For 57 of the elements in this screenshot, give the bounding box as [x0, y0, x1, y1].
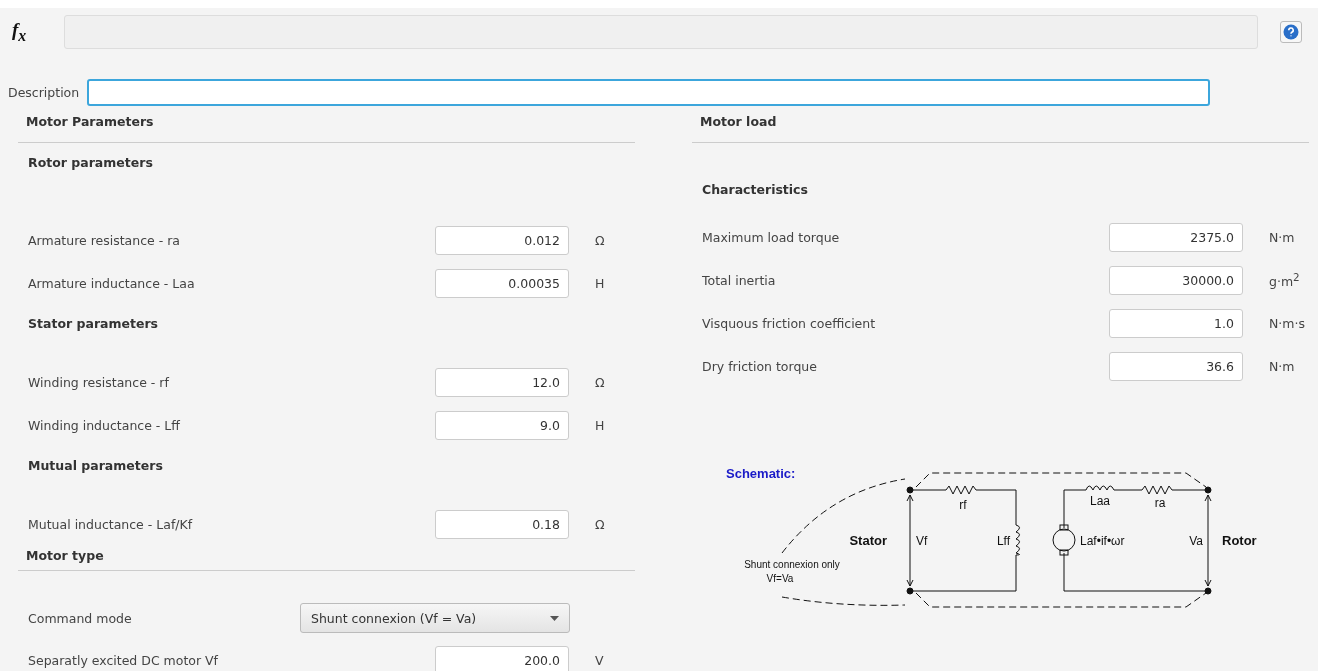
circuit-label: Lff — [996, 534, 1010, 548]
field-label: Total inertia — [702, 273, 777, 288]
caret-icon — [550, 615, 559, 621]
unit-label: N·m — [1269, 230, 1295, 245]
circuit-label: ra — [1154, 496, 1166, 510]
section-heading: Motor type — [18, 546, 635, 571]
circuit-note: Shunt connexion only — [744, 559, 840, 570]
unit-label: Ω — [595, 233, 605, 248]
number-field[interactable]: 0.00035 — [435, 269, 569, 298]
circuit-label: Stator — [849, 533, 887, 548]
group-heading: Characteristics — [701, 181, 809, 199]
unit-label: H — [595, 418, 605, 433]
field-label: Maximum load torque — [702, 230, 841, 245]
circuit-label: Laf•if•ωr — [1080, 534, 1125, 548]
formula-label: f$_{x}$ — [12, 19, 28, 45]
field-label: Armature resistance - ra — [28, 233, 181, 248]
field-label: Mutual inductance - Laf/Kf — [28, 517, 194, 532]
group-heading: Rotor parameters — [27, 154, 154, 172]
section-heading: Motor load — [692, 106, 1309, 143]
number-field[interactable]: 0.18 — [435, 510, 569, 539]
field-label: Winding resistance - rf — [28, 375, 170, 390]
unit-label: Ω — [595, 375, 605, 390]
field-label: Visquous friction coefficient — [702, 316, 877, 331]
group-heading: Mutual parameters — [27, 457, 164, 475]
help-button[interactable] — [1280, 21, 1302, 43]
description-field[interactable] — [87, 79, 1211, 106]
field-label: Winding inductance - Lff — [28, 418, 181, 433]
number-field[interactable]: 0.012 — [435, 226, 569, 255]
section-heading: Motor Parameters — [18, 106, 635, 143]
field-label: Dry friction torque — [702, 359, 818, 374]
unit-label: V — [595, 653, 604, 668]
number-field[interactable]: 36.6 — [1109, 352, 1243, 381]
number-field[interactable]: 30000.0 — [1109, 266, 1243, 295]
circuit-label: Rotor — [1222, 533, 1257, 548]
number-field[interactable]: 12.0 — [435, 368, 569, 397]
command-mode-dropdown[interactable]: Shunt connexion (Vf = Va) — [300, 603, 570, 633]
help-icon — [1283, 24, 1299, 40]
schematic-title: Schematic: — [726, 466, 796, 481]
circuit-label: Va — [1189, 534, 1203, 548]
group-heading: Stator parameters — [27, 315, 160, 333]
number-field[interactable]: 2375.0 — [1109, 223, 1243, 252]
unit-label: Ω — [595, 517, 605, 532]
unit-label: H — [595, 276, 605, 291]
field-label: Armature inductance - Laa — [28, 276, 196, 291]
unit-label: N·m — [1269, 359, 1295, 374]
circuit-label: Vf — [916, 534, 928, 548]
unit-label: g·m$^{2}$ — [1269, 271, 1300, 290]
number-field[interactable]: 1.0 — [1109, 309, 1243, 338]
description-label: Description — [8, 85, 80, 100]
number-field[interactable]: 9.0 — [435, 411, 569, 440]
circuit-label: rf — [959, 498, 967, 512]
field-label: Separatly excited DC motor Vf — [28, 653, 220, 668]
circuit-label: Laa — [1090, 494, 1110, 508]
unit-label: N·m·s — [1269, 316, 1305, 331]
number-field[interactable]: 200.0 — [435, 646, 569, 671]
circuit-note: Vf=Va — [766, 573, 794, 584]
field-label: Command mode — [28, 610, 133, 626]
